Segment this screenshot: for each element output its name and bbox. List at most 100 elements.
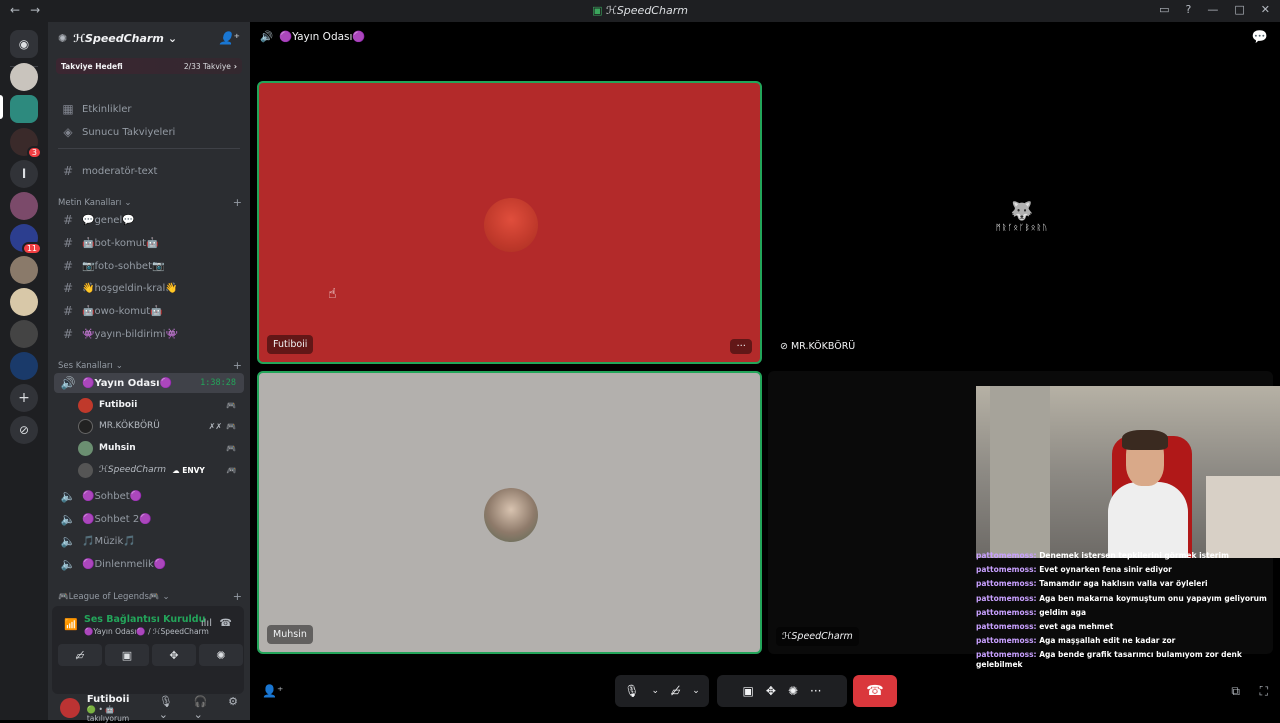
microphone-icon[interactable]: 🎙 [624,684,639,698]
server-icon[interactable] [10,288,38,316]
channel-bot-komut[interactable]: # 🤖bot-komut🤖 [54,233,244,253]
wolf-logo-icon: 🐺 [1010,201,1034,222]
avatar[interactable] [60,698,80,718]
server-icon-letter[interactable]: l [10,160,38,188]
user-names[interactable]: Futiboii 🟢 • 🤖 takılıyorum [87,694,159,723]
activities-button[interactable]: ✥ [152,644,196,666]
voice-channel-sohbet-2[interactable]: 🔈 🟣Sohbet 2🟣 [54,509,244,529]
notification-badge: 3 [26,146,42,159]
chevron-down-icon[interactable]: ⌄ [692,686,700,696]
invite-user-icon[interactable]: 👤⁺ [262,684,283,698]
streamer-hair [1122,430,1168,450]
close-button[interactable]: ✕ [1261,3,1270,16]
minimize-button[interactable]: — [1207,3,1218,16]
channel-label: 🟣Yayın Odası🟣 [82,377,172,389]
explore-icon[interactable]: ⊘ [10,416,38,444]
voice-member[interactable]: MR.KÖKBÖRÜ ✗✗ 🎮 [78,416,242,436]
voice-channel-dinlenmelik[interactable]: 🔈 🟣Dinlenmelik🟣 [54,554,244,574]
more-options-icon[interactable]: ··· [810,684,821,698]
headphones-icon[interactable]: 🎧⌄ [194,695,217,721]
voice-channel-path[interactable]: 🟣Yayın Odası🟣 / ℋSpeedCharm [84,627,209,636]
channel-label: 👾yayın-bildirimi👾 [82,328,179,340]
user-controls: 🎙⌄ 🎧⌄ ⚙ [159,695,238,721]
avatar [484,488,538,542]
server-icon[interactable] [10,352,38,380]
chat-message: pattomemoss: geldim aga [976,608,1280,618]
soundboard-button[interactable]: ✺ [199,644,243,666]
camera-off-icon: ⊘ [780,341,791,352]
channel-foto-sohbet[interactable]: # 📷foto-sohbet📷 [54,256,244,276]
server-icon[interactable] [10,192,38,220]
chat-user: pattomemoss: [976,650,1037,660]
fullscreen-icon[interactable]: ⛶ [1260,684,1268,699]
category-text-channels[interactable]: Metin Kanalları ⌄ + [58,196,242,209]
voice-channel-yayin-odasi[interactable]: 🔊 🟣Yayın Odası🟣 1:38:28 [54,373,244,393]
noise-suppression-icon[interactable]: ılıl [201,618,212,629]
maximize-button[interactable]: □ [1234,3,1244,16]
chat-text: Aga ben makarna koymuştum onu yapayım ge… [1039,593,1267,603]
server-icon[interactable]: 3 [10,128,42,159]
server-icon[interactable]: 11 [10,224,42,255]
category-league-of-legends[interactable]: 🎮League of Legends🎮 ⌄ + [58,590,242,603]
category-voice-channels[interactable]: Ses Kanalları ⌄ + [58,359,242,372]
activities-icon: ✥ [169,648,179,662]
disconnect-call-button[interactable]: ☎ [853,675,897,707]
notification-badge: 11 [21,242,42,255]
microphone-icon[interactable]: 🎙⌄ [159,695,182,721]
server-icon-active[interactable] [10,95,38,123]
activities-icon[interactable]: ✥ [766,684,776,698]
discord-home-icon[interactable]: ◉ [10,30,38,58]
inbox-icon[interactable]: ▭ [1159,3,1169,16]
add-server-icon[interactable]: + [10,384,38,412]
events-item[interactable]: ▦ Etkinlikler [54,99,244,119]
video-tile-futiboii[interactable]: Futiboii ··· [257,81,762,364]
boost-goal-bar[interactable]: Takviye Hedefi 2/33 Takviye › [56,58,242,74]
member-name: MR.KÖKBÖRÜ [99,421,160,431]
activity-icon: 🎮 [226,465,236,475]
add-channel-icon[interactable]: + [233,590,242,603]
add-channel-icon[interactable]: + [233,359,242,372]
avatar [484,198,538,252]
voice-member[interactable]: Muhsin 🎮 [78,438,242,458]
screen-share-button[interactable]: ▣ [105,644,149,666]
channel-genel[interactable]: # 💬genel💬 [54,210,244,230]
channel-owo-komut[interactable]: # 🤖owo-komut🤖 [54,301,244,321]
channel-moderator-text[interactable]: # moderatör-text [54,161,244,181]
popout-icon[interactable]: ⧉ [1231,684,1240,699]
video-tile-mr-kokboru[interactable]: 🐺 ᛗᚱᚴᛟᚴᛒᛟᚱᚢ ⊘ MR.KÖKBÖRÜ [768,81,1273,364]
category-label: 🎮League of Legends🎮 [58,591,160,602]
channel-yayin-bildirimi[interactable]: # 👾yayın-bildirimi👾 [54,324,244,344]
screen-share-icon[interactable]: ▣ [743,684,754,698]
voice-member[interactable]: Futiboii 🎮 [78,395,242,415]
camera-off-icon[interactable]: ▱̸ [671,684,680,698]
channel-label: 🎵Müzik🎵 [82,535,136,547]
gear-icon[interactable]: ⚙ [228,695,238,721]
boost-progress: 2/33 Takviye [183,61,231,71]
server-icon[interactable] [10,320,38,348]
channel-label: 🤖bot-komut🤖 [82,237,159,249]
more-options-icon[interactable]: ··· [730,339,752,354]
activity-icon: 🎮 [226,421,236,431]
voice-member[interactable]: ℋSpeedCharm ☁ ENVY 🎮 [78,460,242,480]
invite-user-icon[interactable]: 👤⁺ [219,31,240,45]
help-icon[interactable]: ? [1186,3,1192,16]
voice-channel-muzik[interactable]: 🔈 🎵Müzik🎵 [54,531,244,551]
camera-toggle-button[interactable]: ▱̸ [58,644,102,666]
chat-bubble-icon[interactable]: 💬 [1252,30,1268,45]
avatar [78,440,93,456]
divider [58,148,240,149]
chevron-down-icon[interactable]: ⌄ [651,686,659,696]
video-tile-muhsin[interactable]: Muhsin [257,371,762,654]
voice-channel-sohbet[interactable]: 🔈 🟣Sohbet🟣 [54,486,244,506]
voice-status[interactable]: Ses Bağlantısı Kuruldu [84,614,205,625]
channel-hosgeldin-kral[interactable]: # 👋hoşgeldin-kral👋 [54,278,244,298]
server-boosts-item[interactable]: ◈ Sunucu Takviyeleri [54,122,244,142]
chat-text: Aga maşşallah edit ne kadar zor [1039,636,1176,646]
channel-label: 🟣Sohbet🟣 [82,490,143,502]
soundboard-icon[interactable]: ✺ [788,684,798,698]
add-channel-icon[interactable]: + [233,196,242,209]
server-icon[interactable] [10,256,38,284]
server-header[interactable]: ✺ ℋSpeedCharm ⌄ 👤⁺ [48,22,250,54]
disconnect-icon[interactable]: ☎ [220,618,232,629]
server-icon[interactable] [10,63,38,91]
